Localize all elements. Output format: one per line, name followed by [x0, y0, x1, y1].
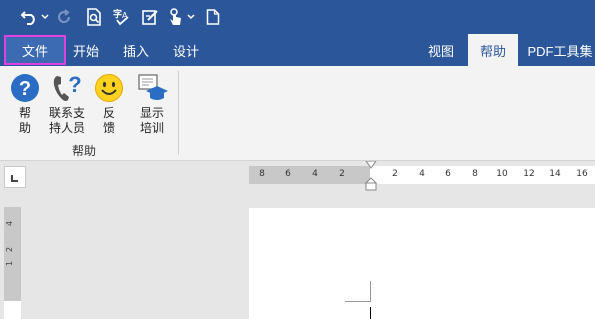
- quick-access-toolbar: 字A: [0, 0, 595, 34]
- print-preview-button[interactable]: [84, 5, 104, 29]
- show-training-icon: [138, 74, 168, 100]
- feedback-button[interactable]: 反 馈: [93, 72, 125, 136]
- print-preview-icon: [87, 8, 101, 26]
- customize-qat-dropdown[interactable]: [186, 5, 196, 29]
- group-separator: [178, 71, 179, 155]
- undo-button[interactable]: [18, 5, 40, 29]
- ruler-number: 6: [445, 169, 451, 179]
- help-button-label: 帮 助: [18, 106, 31, 135]
- indent-marker-icon[interactable]: [365, 161, 377, 192]
- contact-support-label: 联系支 持人员: [48, 106, 85, 135]
- ribbon-tab-bar: 文件 开始 插入 设计 视图 帮助 PDF工具集: [0, 34, 595, 66]
- vertical-ruler-page-area: [4, 301, 21, 319]
- contact-support-button[interactable]: ? 联系支 持人员: [45, 72, 89, 136]
- edit-document-icon: [142, 10, 158, 25]
- contact-support-icon: ?: [53, 72, 82, 101]
- margin-corner-mark: [345, 281, 371, 302]
- tab-view[interactable]: 视图: [421, 34, 461, 66]
- spelling-button[interactable]: 字A: [112, 5, 132, 29]
- redo-button[interactable]: [54, 5, 74, 29]
- show-training-label: 显示 培训: [139, 106, 164, 135]
- ruler-number: 4: [5, 220, 15, 227]
- ruler-number: 1: [5, 260, 15, 267]
- left-tab-icon: [11, 175, 18, 182]
- help-icon: ?: [11, 74, 39, 102]
- help-button[interactable]: ? 帮 助: [9, 72, 41, 136]
- ruler-number: 12: [523, 169, 535, 179]
- tab-design[interactable]: 设计: [166, 34, 206, 66]
- new-document-button[interactable]: [204, 5, 222, 29]
- ruler-number: 10: [496, 169, 508, 179]
- edit-document-button[interactable]: [140, 5, 160, 29]
- chevron-down-icon: [187, 14, 195, 20]
- svg-text:?: ?: [68, 72, 81, 97]
- ruler-number: 16: [576, 169, 588, 179]
- new-document-icon: [206, 9, 220, 25]
- tab-help[interactable]: 帮助: [468, 34, 518, 66]
- show-training-button[interactable]: 显示 培训: [132, 72, 172, 136]
- horizontal-ruler[interactable]: 8 6 4 2 2 4 6 8 10 12 14 16: [249, 161, 595, 191]
- spelling-icon: 字A: [113, 8, 129, 26]
- feedback-label: 反 馈: [102, 106, 115, 135]
- ruler-number: 2: [339, 169, 345, 179]
- tab-home[interactable]: 开始: [66, 34, 106, 66]
- ruler-number: 8: [472, 169, 478, 179]
- ruler-number: 14: [549, 169, 561, 179]
- svg-text:字: 字: [113, 8, 122, 20]
- tab-insert[interactable]: 插入: [116, 34, 156, 66]
- tab-pdf-tools[interactable]: PDF工具集: [526, 34, 594, 66]
- undo-dropdown[interactable]: [40, 5, 50, 29]
- ribbon-panel: ? 帮 助 ? 联系支 持人员 反 馈 显示 培训 帮助: [0, 66, 595, 161]
- ruler-number: 6: [285, 169, 291, 179]
- ruler-number: 2: [5, 246, 15, 253]
- text-cursor: [370, 307, 371, 319]
- vertical-ruler[interactable]: 4 2 1: [4, 207, 21, 319]
- tab-stop-selector[interactable]: [4, 166, 26, 188]
- touch-mode-icon: [170, 8, 181, 25]
- document-page[interactable]: [249, 208, 595, 319]
- ruler-number: 8: [259, 169, 265, 179]
- chevron-down-icon: [41, 14, 49, 20]
- ruler-number: 2: [392, 169, 398, 179]
- ruler-number: 4: [312, 169, 318, 179]
- ruler-number: 4: [419, 169, 425, 179]
- document-area: 8 6 4 2 2 4 6 8 10 12 14 16 4 2 1: [0, 161, 595, 319]
- touch-mode-button[interactable]: [166, 5, 186, 29]
- group-label-help: 帮助: [72, 144, 97, 158]
- svg-text:?: ?: [19, 78, 31, 100]
- tab-file[interactable]: 文件: [4, 35, 66, 65]
- undo-icon: [20, 11, 35, 25]
- redo-icon: [58, 9, 71, 24]
- feedback-smiley-icon: [95, 74, 123, 102]
